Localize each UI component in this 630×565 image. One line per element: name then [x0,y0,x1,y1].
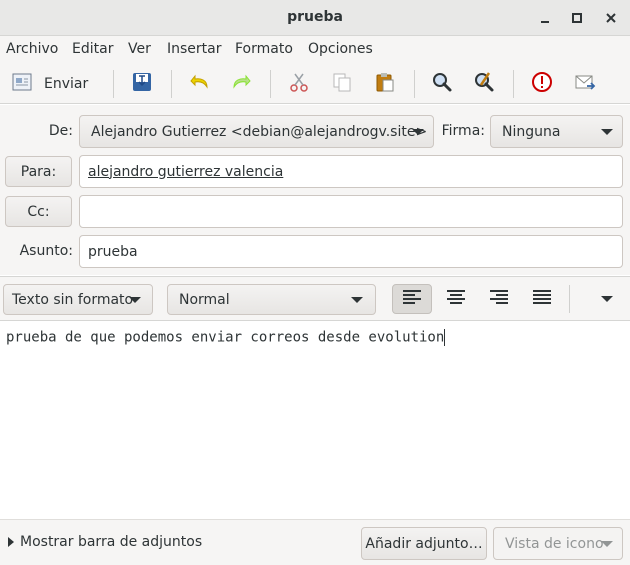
align-center-button[interactable] [436,284,476,314]
composer-headers: De: Alejandro Gutierrez <debian@alejandr… [0,105,630,275]
align-justify-icon [533,289,551,309]
send-button[interactable]: Enviar [10,70,98,98]
from-label: De: [48,123,73,139]
maximize-icon[interactable] [566,7,588,29]
align-right-button[interactable] [479,284,519,314]
find-replace-icon [473,71,495,97]
menu-editar[interactable]: Editar [72,41,113,57]
save-draft-button[interactable] [128,70,156,98]
signature-label: Firma: [441,123,485,139]
align-left-icon [403,289,421,309]
toolbar-separator [270,70,271,98]
chevron-down-icon [601,540,613,547]
send-label: Enviar [44,76,89,92]
scissors-icon [288,71,310,97]
minimize-icon[interactable] [534,7,556,29]
toolbar-separator [113,70,114,98]
editor-mode-combo[interactable]: Texto sin formato [3,284,153,315]
format-separator [569,285,570,313]
paste-button[interactable] [371,70,399,98]
title-bar: prueba [0,0,630,36]
paste-icon [374,71,396,97]
add-attachment-button[interactable]: Añadir adjunto… [361,527,487,560]
toolbar-separator [171,70,172,98]
message-body-editor[interactable]: prueba de que podemos enviar correos des… [0,321,630,519]
editor-mode-value: Texto sin formato [12,291,134,308]
message-body-content: prueba de que podemos enviar correos des… [6,329,445,346]
find-button[interactable] [428,70,456,98]
signature-value: Ninguna [502,123,561,140]
format-overflow-button[interactable] [587,284,627,314]
format-toolbar: Texto sin formato Normal [0,276,630,321]
to-field[interactable]: alejandro gutierrez valencia [79,155,623,188]
menu-ver[interactable]: Ver [128,41,151,57]
message-body-text: prueba de que podemos enviar correos des… [6,329,446,346]
from-account-combo[interactable]: Alejandro Gutierrez <debian@alejandrogv.… [79,115,434,148]
signature-combo[interactable]: Ninguna [490,115,623,148]
menu-bar: Archivo Editar Ver Insertar Formato Opci… [0,36,630,64]
justify-button[interactable] [522,284,562,314]
attachment-view-value: Vista de icono [505,535,604,552]
mail-receipt-icon [574,71,596,97]
chevron-down-icon [601,128,613,135]
toolbar-separator [513,70,514,98]
to-recipient: alejandro gutierrez valencia [88,163,284,180]
text-caret [444,329,446,346]
chevron-right-icon [8,537,14,547]
subject-label: Asunto: [19,243,73,259]
undo-icon [189,71,211,97]
copy-icon [331,71,353,97]
menu-insertar[interactable]: Insertar [167,41,222,57]
show-attachments-label: Mostrar barra de adjuntos [20,534,203,550]
from-account-value: Alejandro Gutierrez <debian@alejandrogv.… [91,123,428,140]
paragraph-style-value: Normal [179,291,230,308]
align-center-icon [447,289,465,309]
cut-button[interactable] [285,70,313,98]
show-attachments-toggle[interactable]: Mostrar barra de adjuntos [8,534,202,550]
align-right-icon [490,289,508,309]
request-receipt-button[interactable] [571,70,599,98]
to-button[interactable]: Para: [5,156,72,187]
menu-archivo[interactable]: Archivo [6,41,58,57]
subject-field[interactable]: prueba [79,235,623,268]
priority-button[interactable] [528,70,556,98]
align-left-button[interactable] [392,284,432,314]
cc-field[interactable] [79,195,623,228]
cc-button[interactable]: Cc: [5,196,72,227]
subject-value: prueba [88,243,138,260]
attachment-view-combo[interactable]: Vista de icono [493,527,623,560]
close-icon[interactable] [600,7,622,29]
attachment-bar: Mostrar barra de adjuntos Añadir adjunto… [0,519,630,565]
redo-icon [230,71,252,97]
replace-button[interactable] [470,70,498,98]
chevron-down-icon [351,296,363,303]
redo-button[interactable] [227,70,255,98]
undo-button[interactable] [186,70,214,98]
copy-button[interactable] [328,70,356,98]
chevron-down-icon [412,128,424,135]
send-icon [10,70,34,98]
menu-formato[interactable]: Formato [235,41,293,57]
paragraph-style-combo[interactable]: Normal [167,284,376,315]
important-icon [531,71,553,97]
toolbar: Enviar [0,64,630,104]
chevron-down-icon [601,296,613,302]
chevron-down-icon [129,296,141,303]
menu-opciones[interactable]: Opciones [308,41,373,57]
toolbar-separator [414,70,415,98]
save-icon [131,71,153,97]
search-icon [431,71,453,97]
